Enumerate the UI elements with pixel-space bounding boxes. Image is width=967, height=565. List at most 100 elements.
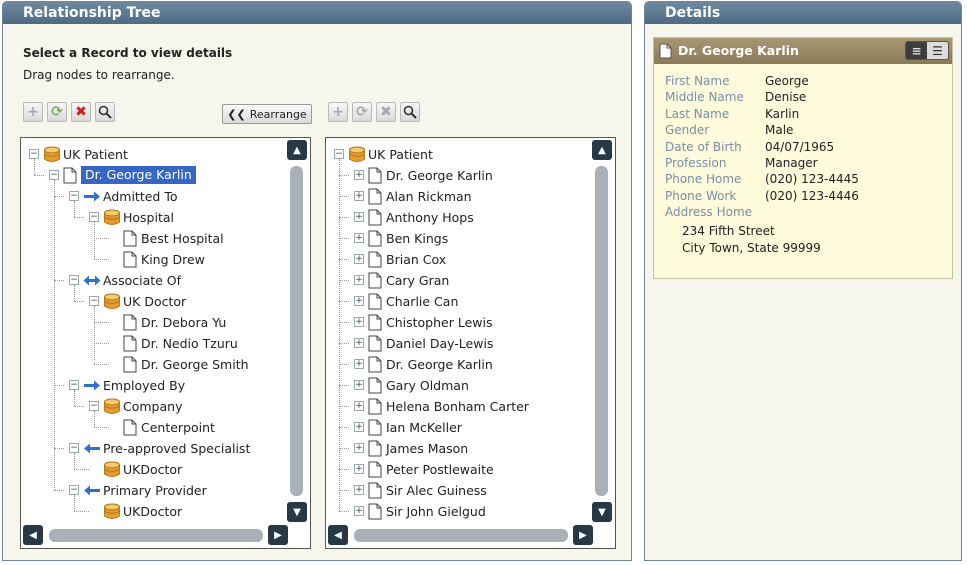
tree-node-label[interactable]: Dr. George Karlin — [81, 166, 196, 184]
scroll-right-button[interactable]: ▶ — [573, 525, 593, 545]
refresh-button[interactable]: ⟳ — [47, 102, 67, 122]
tree-node-label[interactable]: Gary Oldman — [386, 378, 469, 393]
tree-node-associate-of[interactable]: − Associate Of — [21, 270, 284, 291]
expand-toggle-icon[interactable]: + — [354, 359, 364, 369]
tree-node-label[interactable]: Chistopher Lewis — [386, 315, 493, 330]
tree-node-label[interactable]: UKDoctor — [123, 504, 182, 519]
delete-node-button-right[interactable]: ✖ — [376, 102, 396, 122]
tree-node-anthony-hops[interactable]: + Anthony Hops — [326, 207, 589, 228]
tree-node-label[interactable]: Pre-approved Specialist — [103, 441, 250, 456]
tree-node-dr-george-karlin[interactable]: + Dr. George Karlin — [326, 354, 589, 375]
expand-toggle-icon[interactable]: + — [354, 296, 364, 306]
tree-node-label[interactable]: Primary Provider — [103, 483, 207, 498]
collapse-toggle-icon[interactable]: − — [69, 485, 79, 495]
tree-node-dr-george-karlin[interactable]: + Dr. George Karlin — [326, 165, 589, 186]
list-view-icon[interactable]: ☰ — [927, 42, 948, 59]
tree-node-alan-rickman[interactable]: + Alan Rickman — [326, 186, 589, 207]
add-node-button[interactable]: + — [23, 102, 43, 122]
scroll-right-button[interactable]: ▶ — [268, 525, 288, 545]
search-button[interactable] — [95, 102, 115, 122]
right-horizontal-scrollbar[interactable]: ◀ ▶ — [328, 524, 613, 546]
tree-node-label[interactable]: Best Hospital — [141, 231, 224, 246]
tree-node-label[interactable]: Ben Kings — [386, 231, 448, 246]
tree-node-label[interactable]: UK Doctor — [123, 294, 186, 309]
tree-node-chistopher-lewis[interactable]: + Chistopher Lewis — [326, 312, 589, 333]
tree-node-label[interactable]: Daniel Day-Lewis — [386, 336, 493, 351]
scroll-down-button[interactable]: ▼ — [592, 502, 612, 522]
compact-view-icon[interactable]: ≡ — [906, 42, 927, 59]
tree-node-best-hospital[interactable]: Best Hospital — [21, 228, 284, 249]
left-horizontal-scrollbar[interactable]: ◀ ▶ — [23, 524, 308, 546]
tree-node-dr-nedio-tzuru[interactable]: Dr. Nedio Tzuru — [21, 333, 284, 354]
tree-node-label[interactable]: Dr. George Smith — [141, 357, 249, 372]
view-toggle[interactable]: ≡ ☰ — [905, 41, 949, 60]
tree-node-helena-bonham-carter[interactable]: + Helena Bonham Carter — [326, 396, 589, 417]
right-vertical-scrollbar[interactable]: ▲ ▼ — [591, 140, 613, 522]
tree-node-hospital[interactable]: − Hospital — [21, 207, 284, 228]
tree-node-label[interactable]: Dr. George Karlin — [386, 357, 493, 372]
right-tree-view[interactable]: − UK Patient + Dr. George Karlin + Alan Rickm… — [325, 137, 616, 549]
tree-node-label[interactable]: Company — [123, 399, 182, 414]
scroll-thumb-vertical[interactable] — [595, 166, 608, 496]
expand-toggle-icon[interactable]: + — [354, 254, 364, 264]
tree-node-label[interactable]: Charlie Can — [386, 294, 458, 309]
scroll-thumb-vertical[interactable] — [290, 166, 303, 496]
collapse-toggle-icon[interactable]: − — [69, 275, 79, 285]
delete-node-button[interactable]: ✖ — [71, 102, 91, 122]
collapse-toggle-icon[interactable]: − — [69, 380, 79, 390]
expand-toggle-icon[interactable]: + — [354, 506, 364, 516]
expand-toggle-icon[interactable]: + — [354, 233, 364, 243]
tree-node-label[interactable]: UKDoctor — [123, 462, 182, 477]
collapse-toggle-icon[interactable]: − — [29, 149, 39, 159]
tree-node-label[interactable]: Helena Bonham Carter — [386, 399, 529, 414]
tree-node-pre-approved-specialist[interactable]: − Pre-approved Specialist — [21, 438, 284, 459]
search-button-right[interactable] — [400, 102, 420, 122]
expand-toggle-icon[interactable]: + — [354, 380, 364, 390]
tree-node-cary-gran[interactable]: + Cary Gran — [326, 270, 589, 291]
tree-node-admitted-to[interactable]: − Admitted To — [21, 186, 284, 207]
tree-node-peter-postlewaite[interactable]: + Peter Postlewaite — [326, 459, 589, 480]
expand-toggle-icon[interactable]: + — [354, 191, 364, 201]
collapse-toggle-icon[interactable]: − — [89, 401, 99, 411]
expand-toggle-icon[interactable]: + — [354, 422, 364, 432]
tree-node-sir-alec-guiness[interactable]: + Sir Alec Guiness — [326, 480, 589, 501]
expand-toggle-icon[interactable]: + — [354, 170, 364, 180]
tree-node-label[interactable]: Admitted To — [103, 189, 177, 204]
tree-node-charlie-can[interactable]: + Charlie Can — [326, 291, 589, 312]
expand-toggle-icon[interactable]: + — [354, 212, 364, 222]
tree-node-label[interactable]: Peter Postlewaite — [386, 462, 494, 477]
tree-node-ian-mckeller[interactable]: + Ian McKeller — [326, 417, 589, 438]
tree-node-label[interactable]: King Drew — [141, 252, 205, 267]
tree-node-dr-george-smith[interactable]: Dr. George Smith — [21, 354, 284, 375]
left-vertical-scrollbar[interactable]: ▲ ▼ — [286, 140, 308, 522]
left-tree-view[interactable]: − UK Patient − Dr. George Karlin − Admitted T… — [20, 137, 311, 549]
tree-node-label[interactable]: UK Patient — [63, 147, 128, 162]
tree-node-label[interactable]: Ian McKeller — [386, 420, 462, 435]
expand-toggle-icon[interactable]: + — [354, 338, 364, 348]
scroll-thumb-horizontal[interactable] — [354, 529, 568, 542]
scroll-up-button[interactable]: ▲ — [592, 140, 612, 160]
add-node-button-right[interactable]: + — [328, 102, 348, 122]
tree-node-label[interactable]: Dr. Debora Yu — [141, 315, 226, 330]
tree-node-label[interactable]: Brian Cox — [386, 252, 446, 267]
tree-node-uk-doctor[interactable]: − UK Doctor — [21, 291, 284, 312]
collapse-toggle-icon[interactable]: − — [49, 170, 59, 180]
tree-node-label[interactable]: Cary Gran — [386, 273, 449, 288]
tree-node-label[interactable]: Dr. George Karlin — [386, 168, 493, 183]
expand-toggle-icon[interactable]: + — [354, 464, 364, 474]
tree-node-employed-by[interactable]: − Employed By — [21, 375, 284, 396]
rearrange-button[interactable]: ❮❮ Rearrange — [222, 104, 312, 124]
tree-node-label[interactable]: Hospital — [123, 210, 174, 225]
tree-node-dr-george-karlin[interactable]: − Dr. George Karlin — [21, 165, 284, 186]
tree-node-brian-cox[interactable]: + Brian Cox — [326, 249, 589, 270]
tree-node-uk-patient[interactable]: − UK Patient — [326, 144, 589, 165]
tree-node-label[interactable]: Alan Rickman — [386, 189, 472, 204]
tree-node-label[interactable]: UK Patient — [368, 147, 433, 162]
tree-node-james-mason[interactable]: + James Mason — [326, 438, 589, 459]
collapse-toggle-icon[interactable]: − — [89, 212, 99, 222]
scroll-left-button[interactable]: ◀ — [328, 525, 348, 545]
collapse-toggle-icon[interactable]: − — [334, 149, 344, 159]
tree-node-label[interactable]: Associate Of — [103, 273, 181, 288]
expand-toggle-icon[interactable]: + — [354, 485, 364, 495]
tree-node-label[interactable]: Centerpoint — [141, 420, 215, 435]
